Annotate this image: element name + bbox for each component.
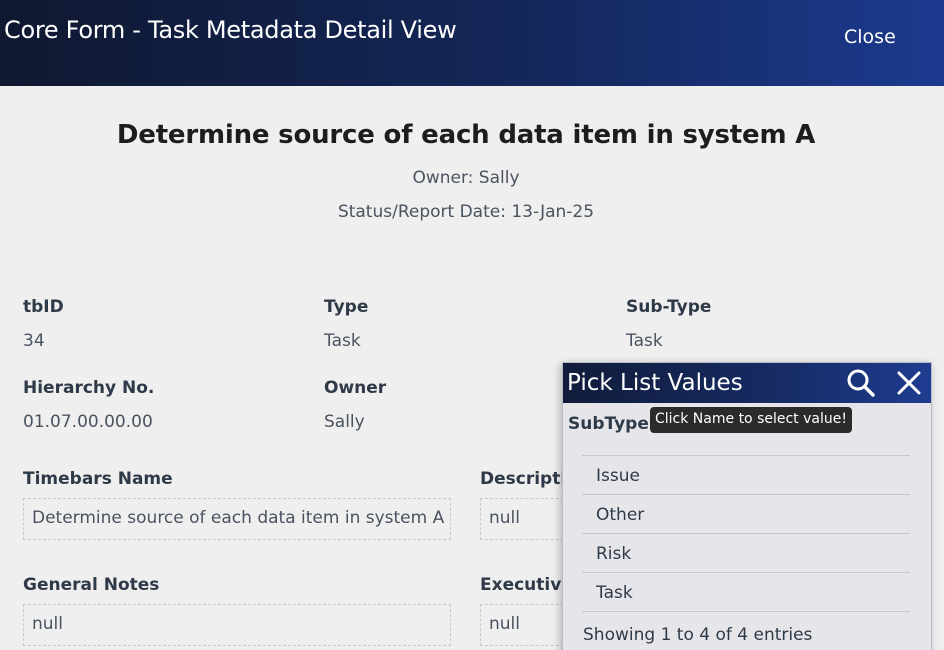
pick-list-item-task[interactable]: Task — [582, 573, 910, 612]
tbid-value: 34 — [23, 331, 45, 351]
type-value: Task — [324, 331, 361, 351]
window-title: Core Form - Task Metadata Detail View — [4, 16, 457, 44]
pick-list-header: Pick List Values — [563, 363, 931, 403]
pick-list-item-issue[interactable]: Issue — [582, 456, 910, 495]
owner-line: Owner: Sally — [412, 168, 520, 188]
pick-list-entries-info: Showing 1 to 4 of 4 entries — [583, 625, 813, 645]
app-header: Core Form - Task Metadata Detail View Cl… — [0, 0, 944, 86]
close-button[interactable]: Close — [844, 26, 896, 48]
pick-list-popup: Pick List Values SubType Click Name to s… — [562, 362, 932, 650]
subtype-value[interactable]: Task — [626, 331, 663, 351]
owner-value: Sally — [324, 412, 365, 432]
pick-list-title: Pick List Values — [567, 370, 743, 396]
executive-label: Executive — [480, 575, 573, 595]
hierarchy-label: Hierarchy No. — [23, 378, 155, 398]
tbid-label: tbID — [23, 297, 64, 317]
hierarchy-value: 01.07.00.00.00 — [23, 412, 153, 432]
task-title: Determine source of each data item in sy… — [116, 120, 816, 150]
subtype-label: Sub-Type — [626, 297, 712, 317]
search-icon[interactable] — [845, 367, 877, 399]
owner-label: Owner — [324, 378, 387, 398]
pick-list-field-name: SubType — [568, 414, 649, 434]
type-label: Type — [324, 297, 369, 317]
timebars-name-label: Timebars Name — [23, 469, 173, 489]
pick-list-tooltip: Click Name to select value! — [650, 407, 852, 433]
general-notes-label: General Notes — [23, 575, 160, 595]
close-icon[interactable] — [893, 367, 925, 399]
general-notes-field[interactable]: null — [23, 604, 451, 646]
pick-list-item-risk[interactable]: Risk — [582, 534, 910, 573]
timebars-name-field[interactable]: Determine source of each data item in sy… — [23, 498, 451, 540]
status-date-line: Status/Report Date: 13-Jan-25 — [337, 202, 595, 222]
pick-list-items: Issue Other Risk Task — [582, 455, 910, 612]
pick-list-item-other[interactable]: Other — [582, 495, 910, 534]
